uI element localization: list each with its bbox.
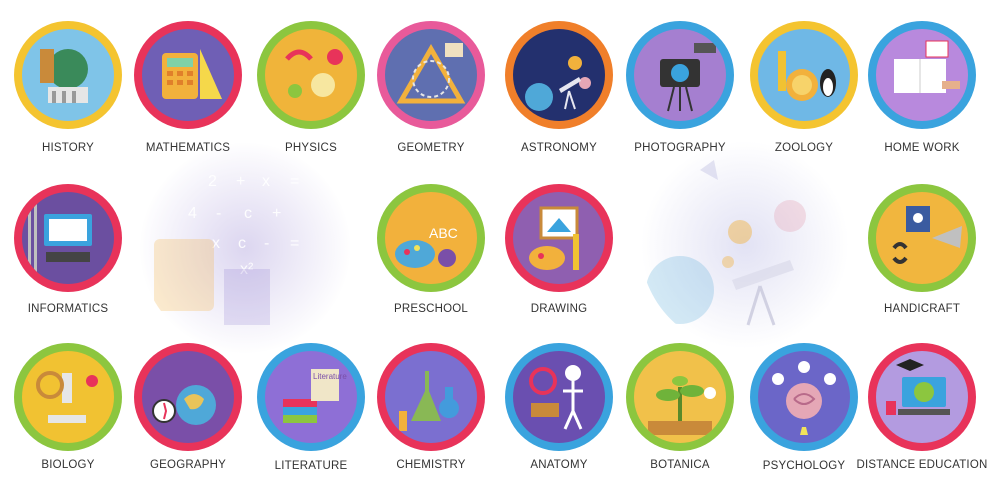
lion-penguin-icon [758, 29, 850, 121]
svg-text:ABC: ABC [429, 225, 458, 241]
subject-label: DISTANCE EDUCATION [856, 459, 988, 471]
handicraft-icon[interactable] [868, 184, 976, 292]
mathematics-ghost-image: 2 + x = 4- c + x c - x² = [140, 143, 350, 353]
psychology-icon[interactable] [750, 343, 858, 451]
subject-label: DRAWING [530, 303, 588, 315]
calculator-ghost-icon: 2 + x = 4- c + x c - x² = [140, 143, 350, 353]
hourglass-globe-icon [22, 29, 114, 121]
flask-icon [385, 351, 477, 443]
skeleton-icon [513, 351, 605, 443]
geography-icon[interactable] [134, 343, 242, 451]
palette-abc-icon: ABC [385, 192, 477, 284]
photography-icon[interactable] [626, 21, 734, 129]
notebook-hand-icon [876, 29, 968, 121]
astronomy-ghost-image [640, 140, 850, 350]
microscope-icon [22, 351, 114, 443]
botanica-icon[interactable] [626, 343, 734, 451]
subject-label: HANDICRAFT [883, 303, 961, 315]
physics-icon[interactable] [257, 21, 365, 129]
home-work-icon[interactable] [868, 21, 976, 129]
informatics-icon[interactable] [14, 184, 122, 292]
mathematics-icon[interactable] [134, 21, 242, 129]
biology-icon[interactable] [14, 343, 122, 451]
saw-tools-icon [876, 192, 968, 284]
literature-icon[interactable]: Literature [257, 343, 365, 451]
telescope-planet-icon [513, 29, 605, 121]
zoology-icon[interactable] [750, 21, 858, 129]
history-icon[interactable] [14, 21, 122, 129]
subject-label: HOME WORK [884, 142, 960, 154]
subject-label: INFORMATICS [27, 303, 109, 315]
calculator-icon [142, 29, 234, 121]
anatomy-icon[interactable] [505, 343, 613, 451]
geometry-icon[interactable] [377, 21, 485, 129]
camera-icon [634, 29, 726, 121]
astronomy-icon[interactable] [505, 21, 613, 129]
magnet-bulb-icon [265, 29, 357, 121]
telescope-ghost-icon [640, 140, 850, 350]
books-scroll-icon: Literature [265, 351, 357, 443]
laptop-globe-icon [876, 351, 968, 443]
preschool-icon[interactable]: ABC [377, 184, 485, 292]
drawing-icon[interactable] [505, 184, 613, 292]
chemistry-icon[interactable] [377, 343, 485, 451]
distance-education-icon[interactable] [868, 343, 976, 451]
plant-sprout-icon [634, 351, 726, 443]
brain-icon [758, 351, 850, 443]
svg-text:Literature: Literature [313, 372, 347, 381]
globe-compass-icon [142, 351, 234, 443]
computer-icon [22, 192, 114, 284]
ruler-compass-icon [385, 29, 477, 121]
easel-brush-icon [513, 192, 605, 284]
